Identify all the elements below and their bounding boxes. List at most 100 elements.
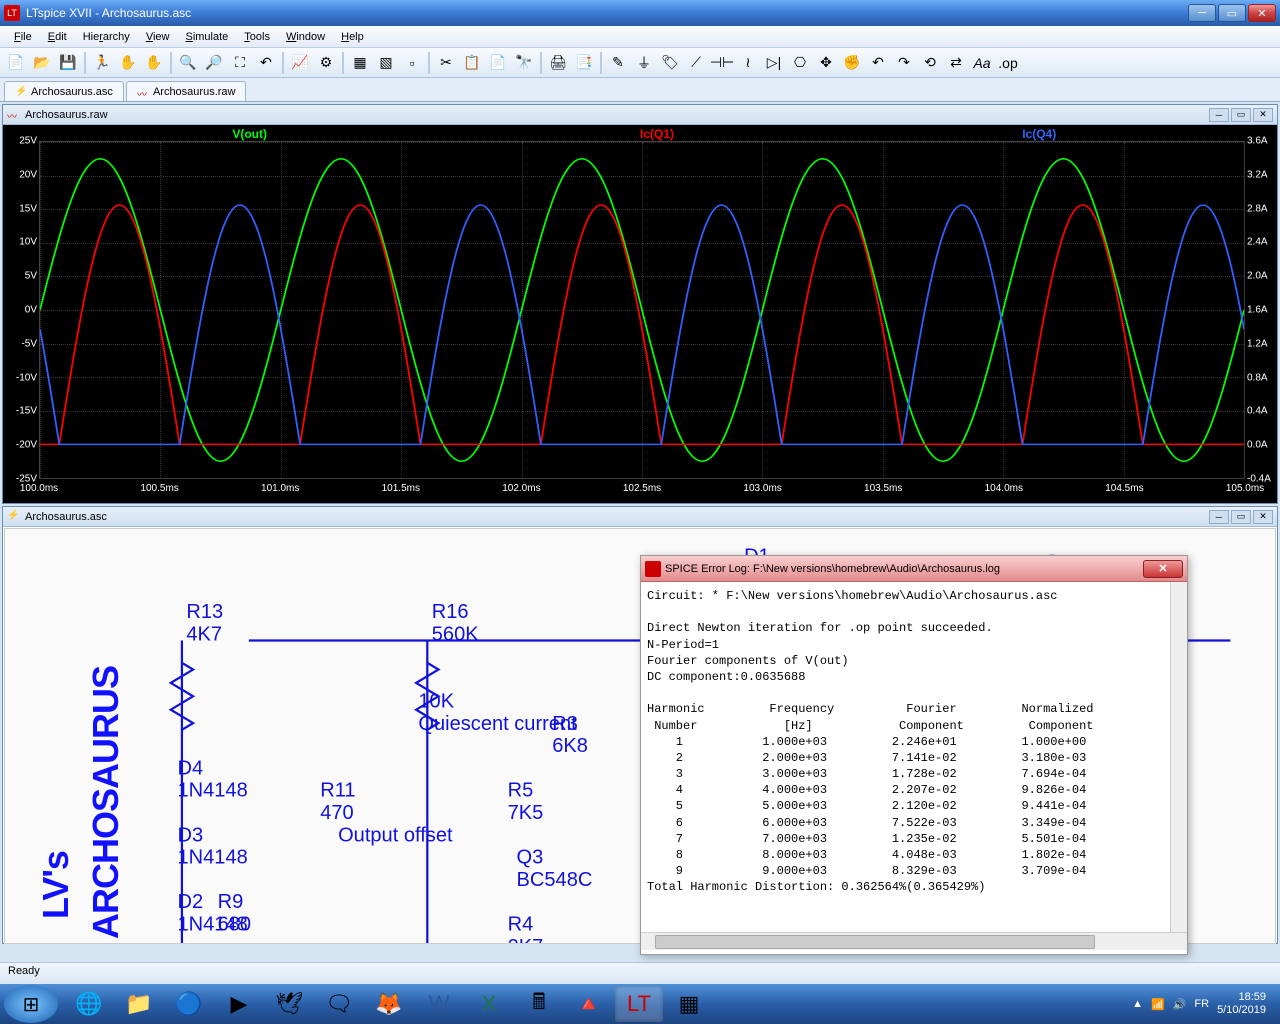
taskbar-chrome-icon[interactable]: 🔵 [165, 986, 213, 1022]
system-tray[interactable]: ▲ 📶 🔊 FR 18:59 5/10/2019 [1132, 991, 1276, 1017]
move-icon[interactable]: ✥ [814, 51, 838, 75]
close-win-icon[interactable]: ▫ [400, 51, 424, 75]
menu-help[interactable]: Help [333, 29, 372, 45]
pan-icon[interactable]: ✋ [142, 51, 166, 75]
trace-label[interactable]: Ic(Q4) [1022, 127, 1056, 141]
tray-lang[interactable]: FR [1194, 998, 1209, 1010]
menu-hierarchy[interactable]: Hierarchy [75, 29, 138, 45]
text-icon[interactable]: Aa [970, 51, 994, 75]
taskbar-excel-icon[interactable]: X [465, 986, 513, 1022]
zoom-back-icon[interactable]: ↶ [254, 51, 278, 75]
tray-flag-icon[interactable]: ▲ [1132, 998, 1143, 1010]
vertical-scrollbar[interactable] [1170, 582, 1187, 936]
paste-icon[interactable]: 📄 [486, 51, 510, 75]
start-button[interactable]: ⊞ [4, 985, 58, 1023]
label-icon[interactable]: 🏷 [658, 51, 682, 75]
menu-tools[interactable]: Tools [236, 29, 278, 45]
plot-canvas[interactable] [39, 141, 1245, 479]
maximize-button[interactable]: ▭ [1218, 4, 1246, 22]
spice-log-window[interactable]: SPICE Error Log: F:\New versions\homebre… [640, 555, 1188, 955]
waveform-window-title: Archosaurus.raw [25, 109, 108, 121]
app-icon [645, 561, 661, 577]
taskbar-app-icon[interactable]: ▦ [665, 986, 713, 1022]
minimize-button[interactable]: ─ [1188, 4, 1216, 22]
run-icon[interactable]: 🏃 [90, 51, 114, 75]
setup-icon[interactable]: 📑 [572, 51, 596, 75]
print-icon[interactable]: 🖨 [546, 51, 570, 75]
svg-text:7K5: 7K5 [508, 802, 544, 824]
autorange-icon[interactable]: 📈 [288, 51, 312, 75]
tile-icon[interactable]: ▦ [348, 51, 372, 75]
tab-raw[interactable]: 〰Archosaurus.raw [126, 81, 247, 101]
zoom-fit-icon[interactable]: ⛶ [228, 51, 252, 75]
subwin-close-button[interactable]: ✕ [1253, 108, 1273, 122]
capacitor-icon[interactable]: ⊣⊢ [710, 51, 734, 75]
zoom-in-icon[interactable]: 🔍 [176, 51, 200, 75]
spice-dir-icon[interactable]: .op [996, 51, 1020, 75]
open-icon[interactable]: 📂 [30, 51, 54, 75]
stop-icon[interactable]: ✋ [116, 51, 140, 75]
menu-edit[interactable]: Edit [40, 29, 75, 45]
copy-icon[interactable]: 📋 [460, 51, 484, 75]
taskbar-firefox-icon[interactable]: 🦊 [365, 986, 413, 1022]
spice-log-body[interactable]: Circuit: * F:\New versions\homebrew\Audi… [641, 582, 1187, 932]
subwin-minimize-button[interactable]: ─ [1209, 510, 1229, 524]
component-icon[interactable]: ⎔ [788, 51, 812, 75]
undo-icon[interactable]: ↶ [866, 51, 890, 75]
inductor-icon[interactable]: ≀ [736, 51, 760, 75]
rotate-icon[interactable]: ⟲ [918, 51, 942, 75]
svg-text:R11: R11 [320, 780, 355, 802]
wire-icon[interactable]: ✎ [606, 51, 630, 75]
settings-icon[interactable]: ⚙ [314, 51, 338, 75]
resistor-icon[interactable]: ⟋ [684, 51, 708, 75]
menu-simulate[interactable]: Simulate [177, 29, 236, 45]
svg-text:R4: R4 [508, 914, 534, 936]
zoom-out-icon[interactable]: 🔎 [202, 51, 226, 75]
taskbar-ltspice-icon[interactable]: LT [615, 986, 663, 1022]
menu-window[interactable]: Window [278, 29, 333, 45]
taskbar-explorer-icon[interactable]: 📁 [115, 986, 163, 1022]
save-icon[interactable]: 💾 [56, 51, 80, 75]
cut-icon[interactable]: ✂ [434, 51, 458, 75]
subwin-minimize-button[interactable]: ─ [1209, 108, 1229, 122]
ground-icon[interactable]: ⏚ [632, 51, 656, 75]
subwin-close-button[interactable]: ✕ [1253, 510, 1273, 524]
subwin-maximize-button[interactable]: ▭ [1231, 510, 1251, 524]
schematic-icon: ⚡ [15, 86, 27, 98]
redo-icon[interactable]: ↷ [892, 51, 916, 75]
trace-label[interactable]: Ic(Q1) [640, 127, 674, 141]
tray-network-icon[interactable]: 📶 [1151, 998, 1165, 1011]
menu-view[interactable]: View [138, 29, 178, 45]
svg-text:470: 470 [320, 802, 353, 824]
horizontal-scrollbar[interactable] [641, 932, 1187, 950]
close-button[interactable]: ✕ [1248, 4, 1276, 22]
new-schematic-icon[interactable]: 📄 [4, 51, 28, 75]
taskbar-app-icon[interactable]: 🗨 [315, 986, 363, 1022]
taskbar-media-icon[interactable]: ▶ [215, 986, 263, 1022]
drag-icon[interactable]: ✊ [840, 51, 864, 75]
taskbar-app-icon[interactable]: 🕊 [265, 986, 313, 1022]
waveform-icon: 〰 [137, 86, 149, 98]
spice-log-titlebar[interactable]: SPICE Error Log: F:\New versions\homebre… [641, 556, 1187, 582]
svg-text:R13: R13 [186, 601, 223, 623]
taskbar-calc-icon[interactable]: 🖩 [515, 986, 563, 1022]
subwin-maximize-button[interactable]: ▭ [1231, 108, 1251, 122]
taskbar-vlc-icon[interactable]: 🔺 [565, 986, 613, 1022]
scrollbar-thumb[interactable] [655, 935, 1095, 949]
mirror-icon[interactable]: ⇄ [944, 51, 968, 75]
svg-text:Q3: Q3 [517, 847, 544, 869]
tab-asc[interactable]: ⚡Archosaurus.asc [4, 81, 124, 101]
cascade-icon[interactable]: ▧ [374, 51, 398, 75]
diode-icon[interactable]: ▷| [762, 51, 786, 75]
svg-text:560K: 560K [432, 624, 479, 646]
svg-text:D3: D3 [177, 824, 203, 846]
taskbar-ie-icon[interactable]: 🌐 [65, 986, 113, 1022]
find-icon[interactable]: 🔭 [512, 51, 536, 75]
plot-area[interactable]: V(out)Ic(Q1)Ic(Q4) 25V20V15V10V5V0V-5V-1… [3, 125, 1277, 503]
tray-clock[interactable]: 18:59 5/10/2019 [1217, 991, 1266, 1017]
taskbar-word-icon[interactable]: W [415, 986, 463, 1022]
trace-label[interactable]: V(out) [232, 127, 267, 141]
tray-volume-icon[interactable]: 🔊 [1173, 998, 1187, 1011]
close-button[interactable]: ✕ [1143, 560, 1183, 578]
menu-file[interactable]: File [6, 29, 40, 45]
